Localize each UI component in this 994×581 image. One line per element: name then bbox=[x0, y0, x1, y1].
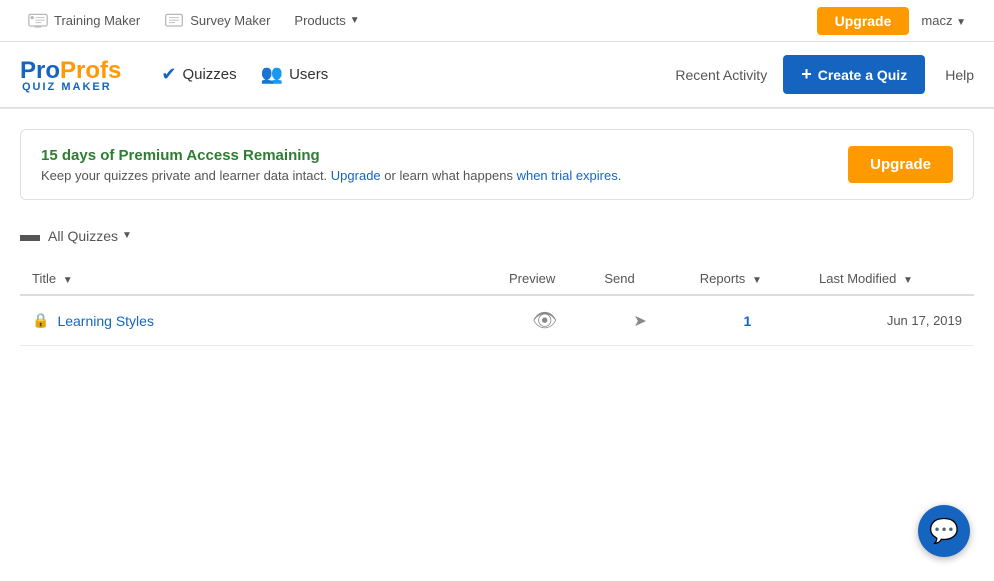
main-content: 15 days of Premium Access Remaining Keep… bbox=[0, 109, 994, 346]
col-preview-label: Preview bbox=[509, 271, 555, 286]
td-last-modified: Jun 17, 2019 bbox=[807, 295, 974, 346]
users-nav[interactable]: 👥 Users bbox=[261, 64, 329, 85]
logo[interactable]: Pro Profs Quiz Maker bbox=[20, 57, 121, 93]
training-maker-icon bbox=[28, 13, 48, 29]
all-quizzes-dropdown[interactable]: All Quizzes ▼ bbox=[48, 228, 132, 244]
td-title: 🔒 Learning Styles bbox=[20, 295, 497, 346]
banner-text: 15 days of Premium Access Remaining Keep… bbox=[41, 147, 621, 183]
help-link[interactable]: Help bbox=[945, 67, 974, 83]
premium-banner: 15 days of Premium Access Remaining Keep… bbox=[20, 129, 974, 200]
send-arrow-icon[interactable]: ➤ bbox=[633, 313, 646, 330]
folder-row: ▬ All Quizzes ▼ bbox=[20, 224, 974, 247]
col-reports[interactable]: Reports ▼ bbox=[688, 263, 807, 295]
col-send-label: Send bbox=[604, 271, 634, 286]
create-quiz-plus-icon: + bbox=[801, 64, 812, 85]
top-navigation: Training Maker Survey Maker Products ▼ U… bbox=[0, 0, 994, 42]
user-menu[interactable]: macz ▼ bbox=[909, 13, 978, 28]
quizzes-label: Quizzes bbox=[182, 66, 236, 83]
create-quiz-label: Create a Quiz bbox=[818, 67, 907, 83]
survey-maker-nav[interactable]: Survey Maker bbox=[152, 0, 282, 41]
all-quizzes-chevron-icon: ▼ bbox=[122, 230, 132, 241]
col-send: Send bbox=[592, 263, 687, 295]
col-preview: Preview bbox=[497, 263, 592, 295]
reports-count[interactable]: 1 bbox=[744, 313, 752, 329]
td-reports: 1 bbox=[688, 295, 807, 346]
recent-activity-link[interactable]: Recent Activity bbox=[675, 67, 767, 83]
title-sort-icon: ▼ bbox=[63, 275, 73, 286]
chat-bubble-icon: 💬 bbox=[929, 517, 959, 546]
banner-desc: Keep your quizzes private and learner da… bbox=[41, 168, 621, 183]
quizzes-check-icon: ✔ bbox=[161, 64, 176, 85]
reports-sort-icon: ▼ bbox=[752, 275, 762, 286]
col-last-modified[interactable]: Last Modified ▼ bbox=[807, 263, 974, 295]
all-quizzes-label: All Quizzes bbox=[48, 228, 118, 244]
users-icon: 👥 bbox=[261, 64, 283, 85]
td-preview: 👁 bbox=[497, 295, 592, 346]
products-label: Products bbox=[294, 13, 345, 28]
top-upgrade-button[interactable]: Upgrade bbox=[817, 7, 910, 35]
lock-icon: 🔒 bbox=[32, 312, 49, 329]
table-row: 🔒 Learning Styles 👁 ➤ 1 Jun 17, 201 bbox=[20, 295, 974, 346]
col-title-label: Title bbox=[32, 271, 56, 286]
col-reports-label: Reports bbox=[700, 271, 746, 286]
preview-eye-icon[interactable]: 👁 bbox=[532, 310, 557, 332]
lastmod-sort-icon: ▼ bbox=[903, 275, 913, 286]
last-modified-value: Jun 17, 2019 bbox=[887, 313, 962, 328]
survey-maker-icon bbox=[164, 13, 184, 29]
products-chevron-icon: ▼ bbox=[350, 15, 360, 26]
banner-desc-middle: or learn what happens bbox=[384, 168, 513, 183]
products-nav[interactable]: Products ▼ bbox=[282, 13, 371, 28]
logo-quiz-maker: Quiz Maker bbox=[22, 81, 121, 93]
training-maker-nav[interactable]: Training Maker bbox=[16, 0, 152, 41]
quiz-table-body: 🔒 Learning Styles 👁 ➤ 1 Jun 17, 201 bbox=[20, 295, 974, 346]
banner-desc-before: Keep your quizzes private and learner da… bbox=[41, 168, 327, 183]
survey-maker-label: Survey Maker bbox=[190, 13, 270, 28]
table-header: Title ▼ Preview Send Reports ▼ Last Modi bbox=[20, 263, 974, 295]
banner-title: 15 days of Premium Access Remaining bbox=[41, 147, 621, 164]
folder-icon: ▬ bbox=[20, 224, 40, 247]
quizzes-nav[interactable]: ✔ Quizzes bbox=[161, 64, 236, 85]
training-maker-label: Training Maker bbox=[54, 13, 140, 28]
td-send: ➤ bbox=[592, 295, 687, 346]
quiz-table: Title ▼ Preview Send Reports ▼ Last Modi bbox=[20, 263, 974, 346]
header-bar: Pro Profs Quiz Maker ✔ Quizzes 👥 Users R… bbox=[0, 42, 994, 108]
banner-upgrade-link[interactable]: Upgrade bbox=[331, 168, 381, 183]
quiz-title-link[interactable]: Learning Styles bbox=[57, 313, 154, 329]
banner-trial-link[interactable]: when trial expires. bbox=[517, 168, 622, 183]
col-lastmod-label: Last Modified bbox=[819, 271, 896, 286]
col-title[interactable]: Title ▼ bbox=[20, 263, 497, 295]
user-label: macz bbox=[921, 13, 952, 28]
create-quiz-button[interactable]: + Create a Quiz bbox=[783, 55, 925, 94]
quiz-list: ▬ All Quizzes ▼ Title ▼ Preview Send bbox=[20, 224, 974, 346]
banner-upgrade-button[interactable]: Upgrade bbox=[848, 146, 953, 183]
users-label: Users bbox=[289, 66, 328, 83]
chat-bubble-button[interactable]: 💬 bbox=[918, 505, 970, 557]
user-chevron-icon: ▼ bbox=[956, 17, 966, 28]
